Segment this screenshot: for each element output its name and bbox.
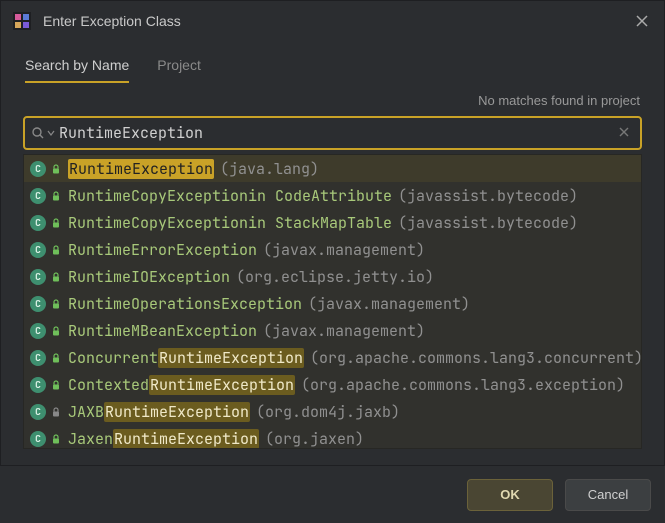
result-row[interactable]: C RuntimeCopyException in CodeAttribute (j… [24, 182, 641, 209]
result-context: in CodeAttribute [248, 186, 392, 206]
class-icon: C [30, 377, 46, 393]
result-name: JAXBRuntimeException [68, 402, 250, 422]
app-icon [13, 12, 31, 30]
result-name: RuntimeException [68, 159, 214, 179]
result-name: ContextedRuntimeException [68, 375, 295, 395]
class-icon: C [30, 350, 46, 366]
lock-icon [50, 298, 62, 310]
result-package: (javassist.bytecode) [398, 213, 578, 233]
result-row[interactable]: C ConcurrentRuntimeException (org.apache.c… [24, 344, 641, 371]
result-package: (org.dom4j.jaxb) [256, 402, 400, 422]
result-name: ConcurrentRuntimeException [68, 348, 304, 368]
lock-icon [50, 244, 62, 256]
cancel-button[interactable]: Cancel [565, 479, 651, 511]
lock-icon [50, 217, 62, 229]
class-icon: C [30, 404, 46, 420]
tab-project[interactable]: Project [157, 57, 201, 83]
result-name: RuntimeMBeanException [68, 321, 257, 341]
lock-icon [50, 433, 62, 445]
result-name: RuntimeOperationsException [68, 294, 302, 314]
window-title: Enter Exception Class [43, 13, 632, 29]
search-icon [31, 126, 55, 140]
result-row[interactable]: C JAXBRuntimeException (org.dom4j.jaxb) [24, 398, 641, 425]
status-message: No matches found in project [23, 83, 642, 116]
close-icon [618, 126, 630, 138]
result-package: (org.eclipse.jetty.io) [236, 267, 434, 287]
result-name: RuntimeCopyException [68, 213, 248, 233]
result-package: (org.apache.commons.lang3.exception) [301, 375, 625, 395]
class-icon: C [30, 161, 46, 177]
class-icon: C [30, 242, 46, 258]
result-package: (java.lang) [220, 159, 319, 179]
search-input[interactable] [59, 123, 614, 143]
result-context: in StackMapTable [248, 213, 392, 233]
result-row[interactable]: C RuntimeErrorException (javax.management) [24, 236, 641, 263]
result-row[interactable]: C RuntimeCopyException in StackMapTable (j… [24, 209, 641, 236]
class-icon: C [30, 323, 46, 339]
lock-icon [50, 379, 62, 391]
result-package: (org.apache.commons.lang3.concurrent) [310, 348, 641, 368]
class-icon: C [30, 431, 46, 447]
result-row[interactable]: C RuntimeIOException (org.eclipse.jetty.io… [24, 263, 641, 290]
result-row[interactable]: C RuntimeOperationsException (javax.manage… [24, 290, 641, 317]
result-name: JaxenRuntimeException [68, 429, 259, 449]
result-row[interactable]: C JaxenRuntimeException (org.jaxen) [24, 425, 641, 449]
result-name: RuntimeCopyException [68, 186, 248, 206]
class-icon: C [30, 269, 46, 285]
tabs: Search by Name Project [23, 49, 642, 83]
lock-icon [50, 325, 62, 337]
search-field-wrap [23, 116, 642, 150]
class-icon: C [30, 215, 46, 231]
lock-icon [50, 352, 62, 364]
titlebar: Enter Exception Class [1, 1, 664, 41]
result-package: (javax.management) [263, 321, 425, 341]
result-package: (javassist.bytecode) [398, 186, 578, 206]
dialog-footer: OK Cancel [0, 465, 665, 523]
result-package: (org.jaxen) [265, 429, 364, 449]
chevron-down-icon [47, 129, 55, 137]
result-name: RuntimeErrorException [68, 240, 257, 260]
results-list: C RuntimeException (java.lang) C RuntimeCopy… [23, 154, 642, 449]
close-button[interactable] [632, 11, 652, 31]
lock-icon [50, 271, 62, 283]
class-icon: C [30, 296, 46, 312]
result-row[interactable]: C ContextedRuntimeException (org.apache.co… [24, 371, 641, 398]
result-name: RuntimeIOException [68, 267, 230, 287]
lock-icon [50, 190, 62, 202]
result-package: (javax.management) [263, 240, 425, 260]
result-package: (javax.management) [308, 294, 470, 314]
lock-icon [50, 406, 62, 418]
ok-button[interactable]: OK [467, 479, 553, 511]
result-row[interactable]: C RuntimeMBeanException (javax.management) [24, 317, 641, 344]
lock-icon [50, 163, 62, 175]
tab-search-by-name[interactable]: Search by Name [25, 57, 129, 83]
result-row[interactable]: C RuntimeException (java.lang) [24, 155, 641, 182]
clear-search-button[interactable] [614, 125, 634, 141]
close-icon [635, 14, 649, 28]
class-icon: C [30, 188, 46, 204]
